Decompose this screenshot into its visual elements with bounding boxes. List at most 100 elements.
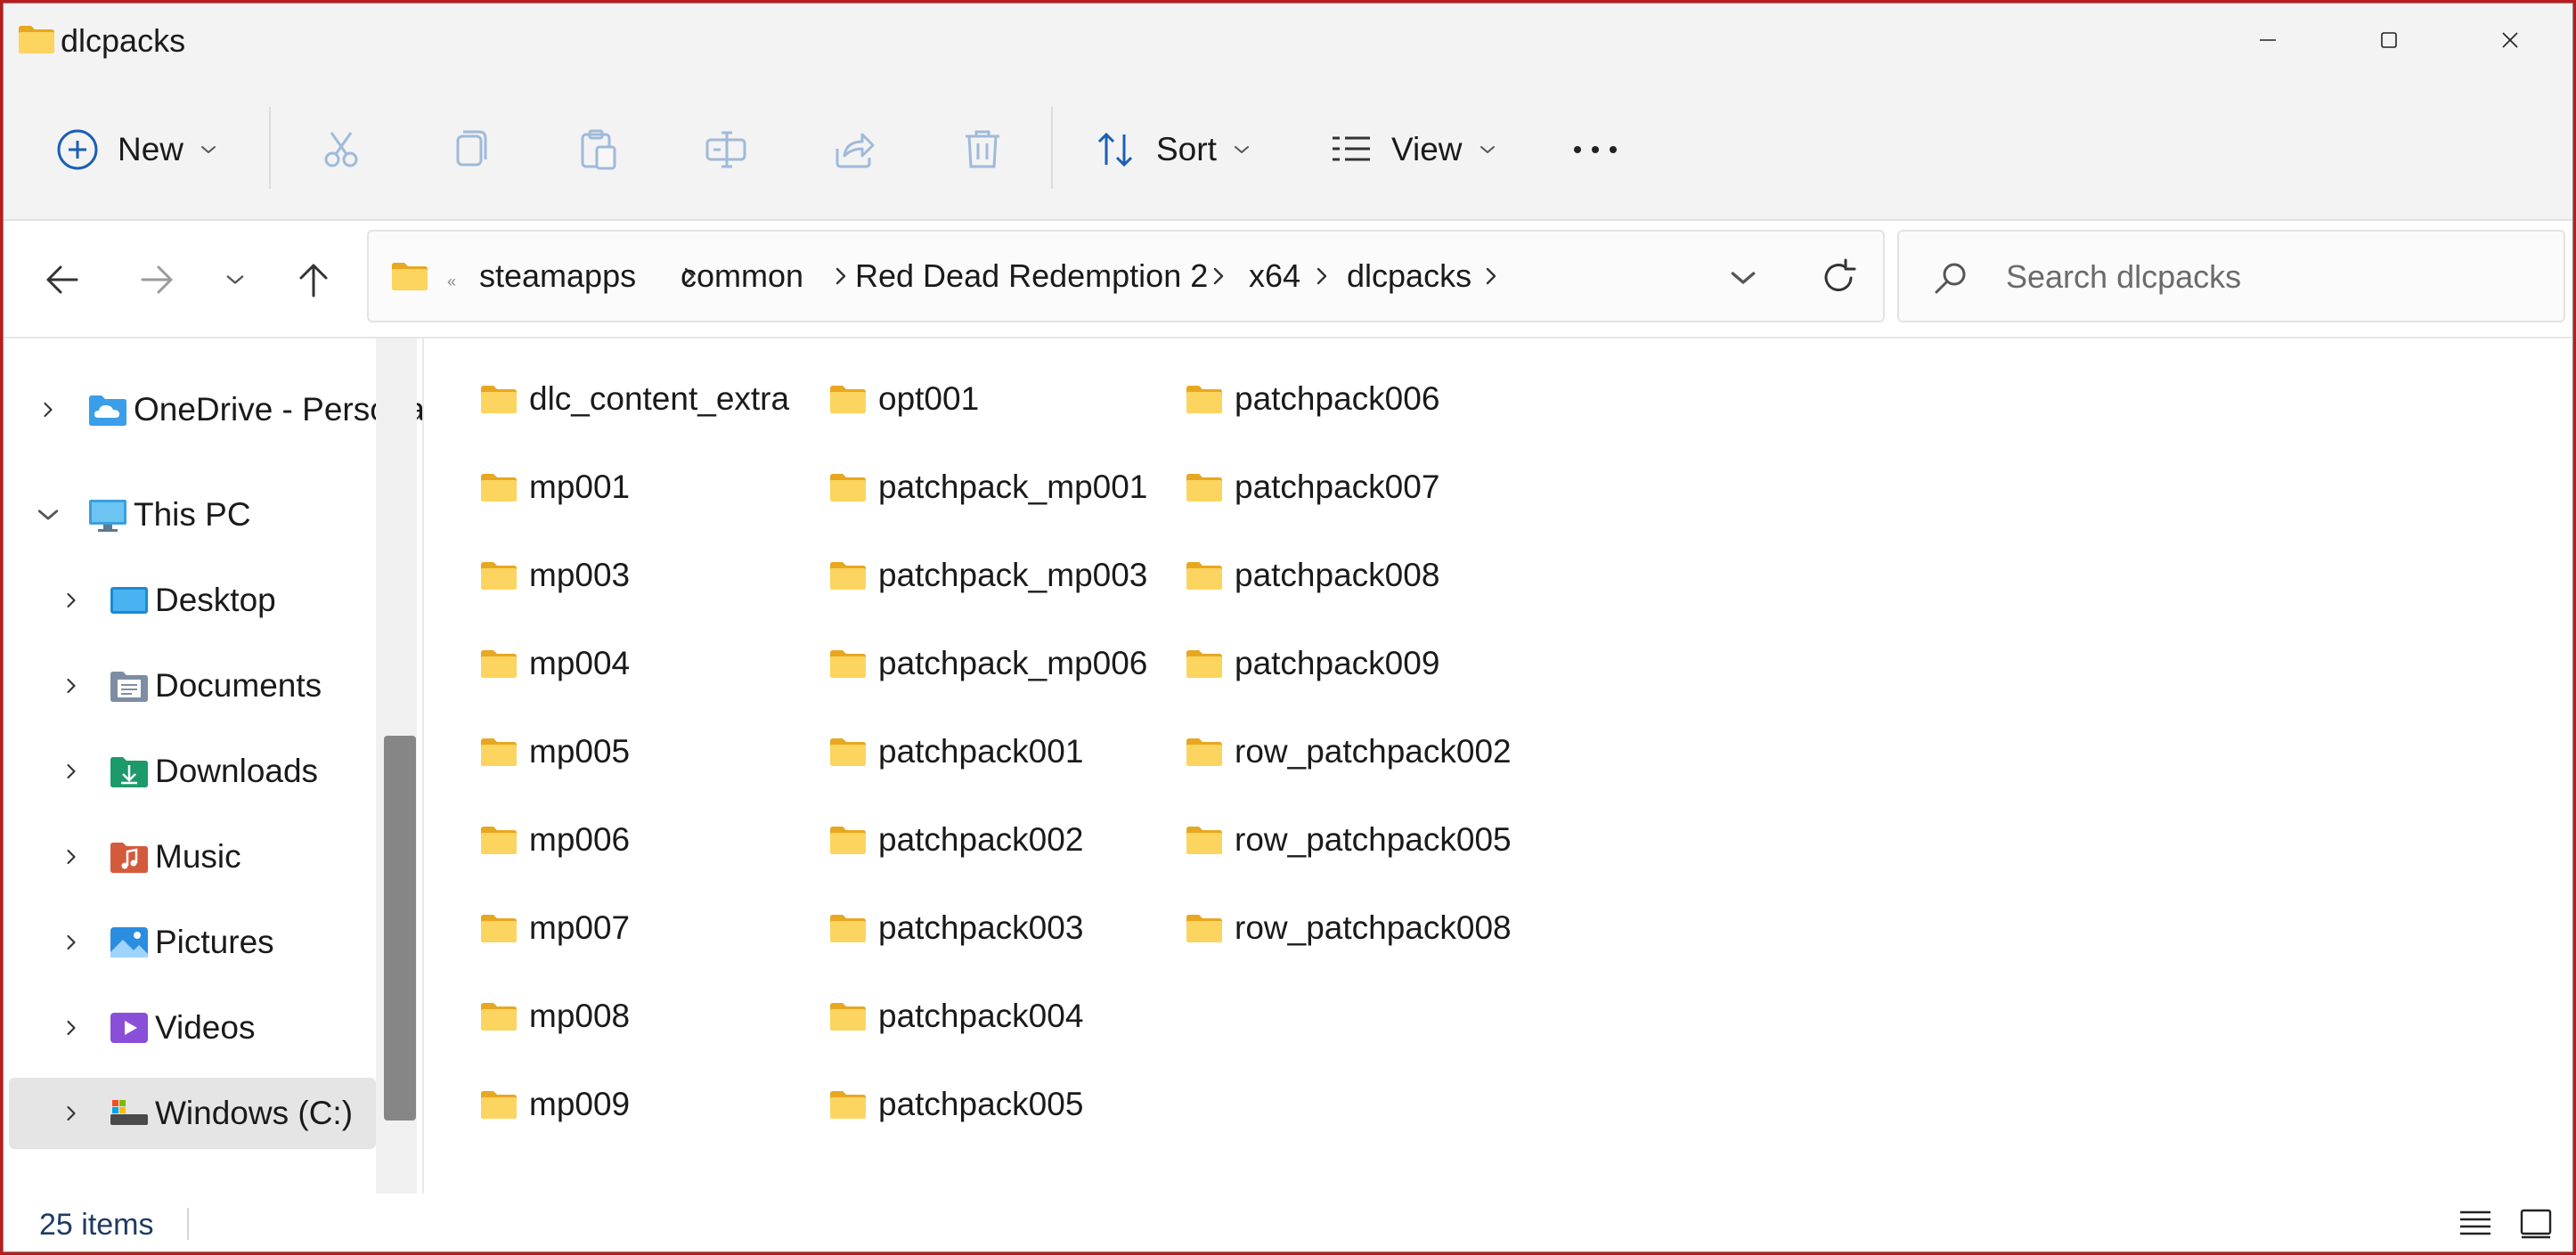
folder-item[interactable]: patchpack007 (1185, 460, 1439, 514)
sidebar-item-this-pc[interactable]: This PC (9, 479, 376, 550)
folder-icon (828, 1088, 868, 1121)
folder-item[interactable]: opt001 (828, 372, 979, 426)
folder-icon (479, 471, 518, 503)
window-title: dlcpacks (61, 22, 186, 59)
chevron-right-icon[interactable] (59, 844, 84, 869)
chevron-right-icon[interactable] (59, 588, 84, 613)
folder-item[interactable]: patchpack008 (1185, 549, 1439, 602)
chevron-right-icon[interactable] (1313, 262, 1331, 290)
breadcrumb-dlcpacks[interactable]: dlcpacks (1347, 258, 1471, 294)
folder-item[interactable]: mp009 (479, 1078, 630, 1131)
sidebar-item-music[interactable]: Music (9, 821, 376, 892)
folder-icon (479, 1000, 518, 1032)
minimize-button[interactable] (2207, 4, 2328, 77)
folder-item[interactable]: patchpack003 (828, 901, 1083, 955)
view-button[interactable]: View (1329, 114, 1496, 185)
breadcrumb-steamapps[interactable]: steamapps (479, 258, 636, 294)
sidebar-item-label: Desktop (155, 582, 276, 618)
sidebar-item-label: Downloads (155, 753, 319, 789)
folder-item[interactable]: mp006 (479, 813, 630, 867)
folder-item[interactable]: mp007 (479, 901, 630, 955)
folder-item[interactable]: patchpack_mp003 (828, 549, 1147, 602)
breadcrumb-overflow[interactable]: « (447, 264, 456, 299)
breadcrumb-x64[interactable]: x64 (1249, 258, 1300, 294)
folder-item[interactable]: row_patchpack005 (1185, 813, 1512, 867)
sidebar-item-desktop[interactable]: Desktop (9, 565, 376, 636)
folder-item[interactable]: mp001 (479, 460, 630, 514)
large-icons-view-button[interactable] (2517, 1206, 2555, 1242)
back-button[interactable] (36, 253, 89, 306)
folder-item[interactable]: patchpack004 (828, 990, 1083, 1043)
sort-button[interactable]: Sort (1094, 114, 1251, 185)
folder-name: dlc_content_extra (529, 380, 790, 417)
scrollbar-thumb[interactable] (384, 736, 416, 1121)
chevron-right-icon[interactable] (59, 1015, 84, 1040)
folder-item[interactable]: patchpack002 (828, 813, 1083, 867)
rename-button[interactable] (704, 114, 748, 185)
folder-icon (828, 559, 868, 591)
sidebar-item-pictures[interactable]: Pictures (9, 907, 376, 978)
folder-icon (1185, 383, 1224, 415)
details-view-button[interactable] (2457, 1206, 2494, 1242)
see-more-button[interactable] (1571, 114, 1619, 185)
folder-item[interactable]: patchpack_mp006 (828, 637, 1147, 690)
breadcrumb-rdr2[interactable]: Red Dead Redemption 2 (855, 258, 1208, 294)
recent-locations-button[interactable] (208, 253, 262, 306)
address-history-chevron-icon[interactable] (1728, 269, 1758, 287)
chevron-right-icon[interactable] (59, 673, 84, 698)
chevron-down-icon[interactable] (36, 502, 61, 527)
copy-button[interactable] (447, 114, 492, 185)
up-button[interactable] (287, 253, 340, 306)
sidebar-item-windows-c[interactable]: Windows (C:) (9, 1078, 376, 1149)
folder-item[interactable]: row_patchpack008 (1185, 901, 1512, 955)
more-icon (1574, 146, 1617, 153)
chevron-right-icon[interactable] (59, 759, 84, 784)
toolbar-separator (269, 107, 271, 189)
share-button[interactable] (832, 114, 876, 185)
search-input[interactable] (2004, 257, 2542, 297)
folder-item[interactable]: patchpack001 (828, 725, 1083, 778)
navigation-pane: OneDrive - Personal This PC Desktop Docu… (4, 338, 432, 1194)
maximize-button[interactable] (2328, 4, 2450, 77)
folder-name: mp009 (529, 1086, 631, 1122)
folder-item[interactable]: mp008 (479, 990, 630, 1043)
navigation-scrollbar[interactable] (376, 338, 417, 1194)
new-button[interactable]: New (55, 114, 217, 185)
title-bar[interactable]: dlcpacks (4, 4, 2572, 77)
chevron-right-icon[interactable] (1482, 262, 1500, 290)
sidebar-item-downloads[interactable]: Downloads (9, 736, 376, 807)
chevron-right-icon[interactable] (832, 262, 850, 290)
chevron-right-icon[interactable] (1210, 262, 1227, 290)
folder-name: mp001 (529, 469, 631, 505)
folder-item[interactable]: patchpack005 (828, 1078, 1083, 1131)
cut-button[interactable] (319, 114, 363, 185)
folder-item[interactable]: mp003 (479, 549, 630, 602)
folder-icon (828, 648, 868, 680)
folder-item[interactable]: dlc_content_extra (479, 372, 789, 426)
folder-icon (479, 824, 518, 856)
refresh-icon[interactable] (1819, 258, 1858, 297)
address-bar[interactable]: « steamapps common Red Dead Redemption 2… (367, 230, 1885, 322)
chevron-right-icon[interactable] (59, 1101, 84, 1126)
paste-button[interactable] (575, 114, 620, 185)
folder-item[interactable]: patchpack_mp001 (828, 460, 1147, 514)
search-box[interactable] (1897, 230, 2565, 322)
folder-name: patchpack_mp003 (878, 557, 1148, 593)
breadcrumb-common-label[interactable]: common (681, 258, 803, 294)
folder-icon (16, 23, 57, 55)
folder-item[interactable]: patchpack006 (1185, 372, 1439, 426)
sidebar-item-videos[interactable]: Videos (9, 992, 376, 1063)
folder-item[interactable]: mp005 (479, 725, 630, 778)
sidebar-item-documents[interactable]: Documents (9, 650, 376, 721)
forward-button[interactable] (130, 253, 183, 306)
maximize-icon (2381, 32, 2397, 48)
folder-item[interactable]: row_patchpack002 (1185, 725, 1512, 778)
chevron-down-icon (200, 144, 217, 155)
folder-item[interactable]: patchpack009 (1185, 637, 1439, 690)
delete-button[interactable] (960, 114, 1005, 185)
sidebar-item-onedrive[interactable]: OneDrive - Personal (9, 374, 432, 445)
chevron-right-icon[interactable] (59, 930, 84, 955)
folder-item[interactable]: mp004 (479, 637, 630, 690)
close-button[interactable] (2450, 4, 2571, 77)
chevron-right-icon[interactable] (36, 397, 61, 422)
